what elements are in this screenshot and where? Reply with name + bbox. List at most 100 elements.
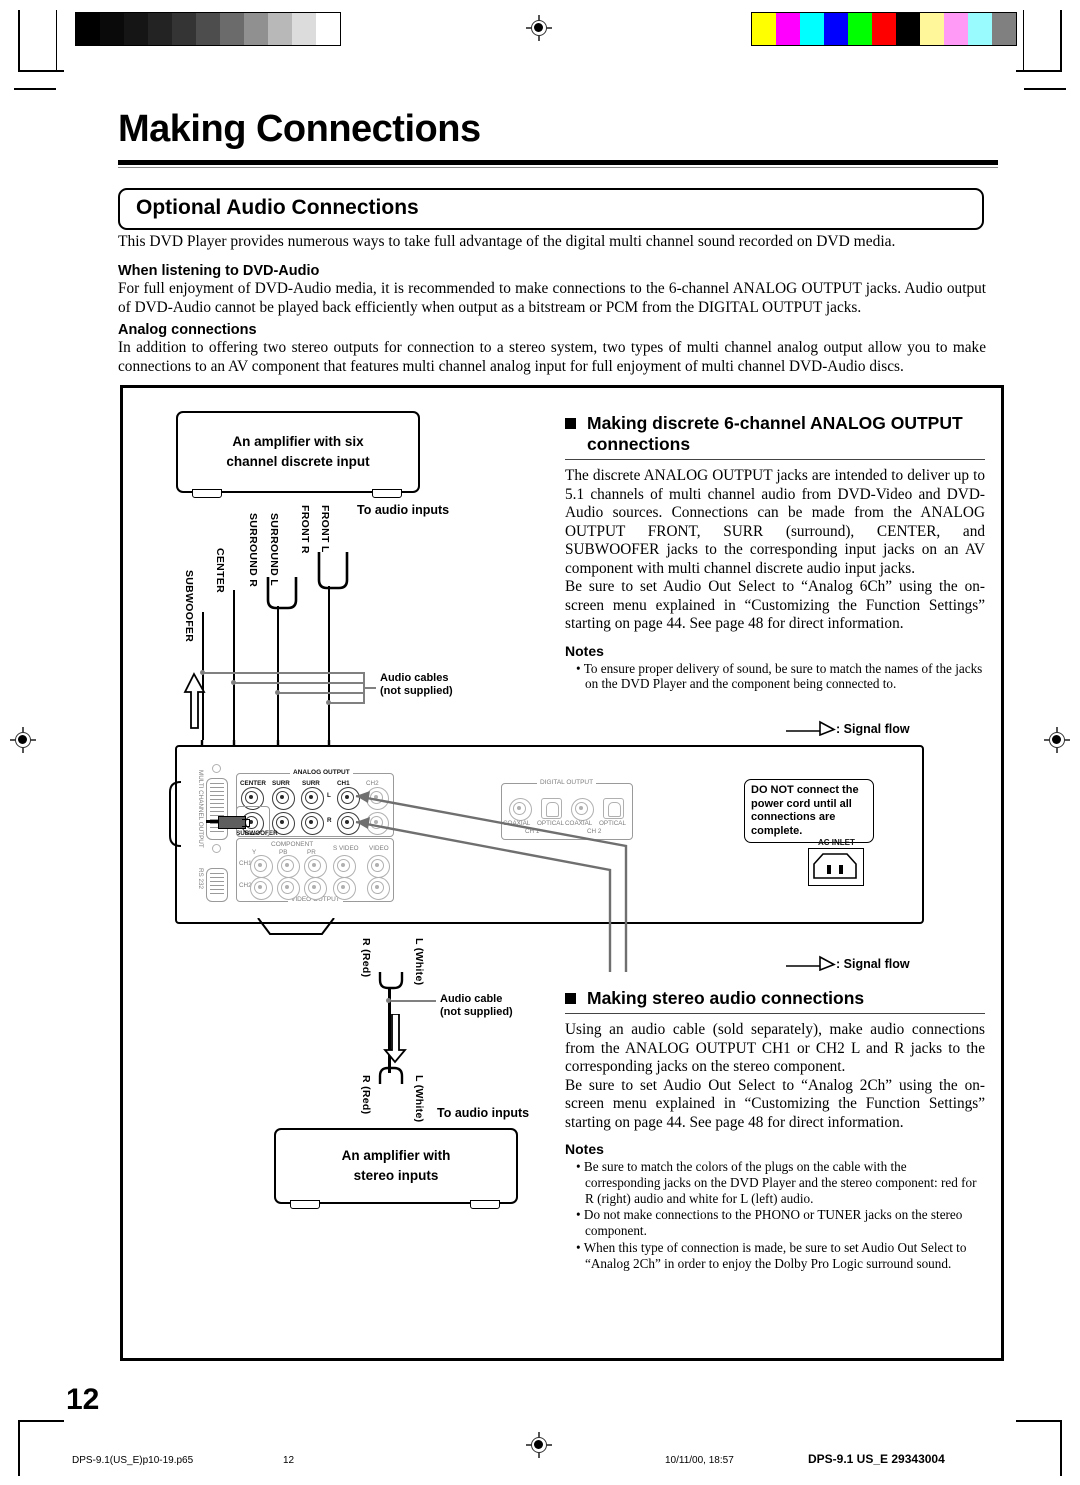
page-number: 12 [66,1383,100,1416]
inserted-plug-surr-r2 [315,748,326,782]
stereo-plug-bottom-l [398,1078,409,1116]
audio-cable-line1: Audio cable [440,993,503,1005]
list-item: When this type of connection is made, be… [576,1240,985,1272]
gray-swatch-3 [148,13,172,45]
gray-swatch-9 [292,13,316,45]
signal-flow-label-top: : Signal flow [836,722,910,736]
sub-head-analog: Analog connections [118,321,986,339]
panel-screw-top [212,764,221,773]
gray-swatch-10 [316,13,340,45]
six-channel-notes-list: To ensure proper delivery of sound, be s… [565,661,985,693]
stereo-callout-line [391,1000,436,1002]
inserted-plug-subwoofer [206,815,250,829]
panel-screw-mid [212,844,221,853]
sub2-body: In addition to offering two stereo outpu… [118,339,986,375]
jack-component-pr-ch1[interactable] [304,855,327,878]
stereo-notes-list: Be sure to match the colors of the plugs… [565,1159,985,1272]
sub-head-dvd-audio: When listening to DVD-Audio [118,262,986,280]
stereo-plug-bottom-r [375,1078,386,1116]
signal-flow-arrow-icon [786,720,836,737]
gray-swatch-7 [244,13,268,45]
six-channel-heading: Making discrete 6-channel ANALOG OUTPUT … [565,413,985,455]
callout-dot-3 [275,690,280,695]
amplifier-six-channel: An amplifier with six channel discrete i… [176,411,420,493]
color-swatch-5 [872,13,896,45]
stereo-notes-heading: Notes [565,1141,604,1157]
registration-mark-right [1044,727,1070,753]
stereo-plug-bottom-r-label: R (Red) [360,1075,372,1115]
amplifier-six-line2: channel discrete input [226,454,370,469]
crop-mark-trim-left [56,10,57,72]
signal-flow-legend-bottom [784,953,836,976]
stereo-plug-bottom-l-label: L (White) [413,1075,425,1123]
to-audio-inputs-label-top: To audio inputs [357,503,450,517]
callout-line-2 [235,682,364,684]
stereo-body2: Be sure to set Audio Out Select to “Anal… [565,1076,985,1131]
amplifier-stereo-foot-right [470,1200,500,1209]
jack-component-pr-ch2[interactable] [304,877,327,900]
color-swatch-4 [848,13,872,45]
color-swatch-10 [992,13,1016,45]
signal-flow-arrow-icon [786,955,836,972]
amplifier-six-foot-right [372,489,402,498]
stereo-rule [565,1013,985,1014]
callout-stub [364,687,376,689]
digital-output-title: DIGITAL OUTPUT [537,779,597,786]
audio-cable-callout: Audio cable (not supplied) [440,993,513,1019]
stereo-plug-top-r [375,936,386,974]
stereo-body: Using an audio cable (sold separately), … [565,1021,985,1075]
color-swatch-0 [752,13,776,45]
list-item: Do not make connections to the PHONO or … [576,1207,985,1239]
stereo-heading: Making stereo audio connections [565,988,985,1009]
gray-swatch-5 [196,13,220,45]
color-swatch-9 [968,13,992,45]
callout-line-3 [279,692,364,694]
rs232-label: RS 232 [197,868,204,890]
footer-timestamp: 10/11/00, 18:57 [665,1455,734,1466]
list-item: Be sure to match the colors of the plugs… [576,1159,985,1206]
crop-mark-tr2 [1024,88,1066,90]
inserted-plug-center [246,752,257,786]
crop-mark-bl-v [18,1420,20,1476]
intro-paragraph: This DVD Player provides numerous ways t… [118,233,896,250]
crop-mark-tr-v [1060,10,1062,72]
jack-surr-l[interactable] [272,787,295,810]
jack-surr-r-r[interactable] [301,812,324,835]
six-channel-notes-heading: Notes [565,642,604,659]
list-item: To ensure proper delivery of sound, be s… [576,661,985,693]
gray-swatch-8 [268,13,292,45]
crop-mark-bl-h [18,1420,64,1422]
jack-component-y-ch2[interactable] [250,877,273,900]
grayscale-calibration-bar [75,12,341,46]
registration-mark-bottom [526,1432,552,1458]
title-rule [118,160,998,165]
color-swatch-7 [920,13,944,45]
stereo-callout-dot [386,998,391,1003]
color-calibration-bar [751,12,1017,46]
crop-mark-br-h [1016,1420,1062,1422]
jack-surr-r[interactable] [301,787,324,810]
jack-component-pb-ch2[interactable] [277,877,300,900]
section-title: Optional Audio Connections [136,196,419,219]
six-channel-rule [565,459,985,460]
amplifier-stereo-line1: An amplifier with [341,1148,451,1163]
crop-mark-br-v [1060,1420,1062,1476]
six-channel-body: The discrete ANALOG OUTPUT jacks are int… [565,467,985,577]
color-swatch-8 [944,13,968,45]
audio-cables-line1: Audio cables [380,672,449,684]
jack-component-y-ch1[interactable] [250,855,273,878]
jack-component-pb-ch1[interactable] [277,855,300,878]
sub-head-analog-label: Analog connections [118,322,257,338]
multi-channel-output-connector [206,778,228,840]
gray-swatch-4 [172,13,196,45]
ac-inlet-connector[interactable] [808,848,864,886]
signal-flow-label-bottom: : Signal flow [836,957,910,971]
multi-channel-output-label: MULTI CHANNEL OUTPUT [197,770,204,848]
inserted-plug-surr-l [272,748,283,782]
section-header-box: Optional Audio Connections [118,188,984,230]
footer-file-name: DPS-9.1(US_E)p10-19.p65 [72,1455,194,1466]
rear-panel-left-notch [169,781,182,847]
registration-mark-top [526,15,552,41]
rear-panel-bottom-tab [257,918,335,935]
stereo-cable-top-bridge [378,972,404,990]
